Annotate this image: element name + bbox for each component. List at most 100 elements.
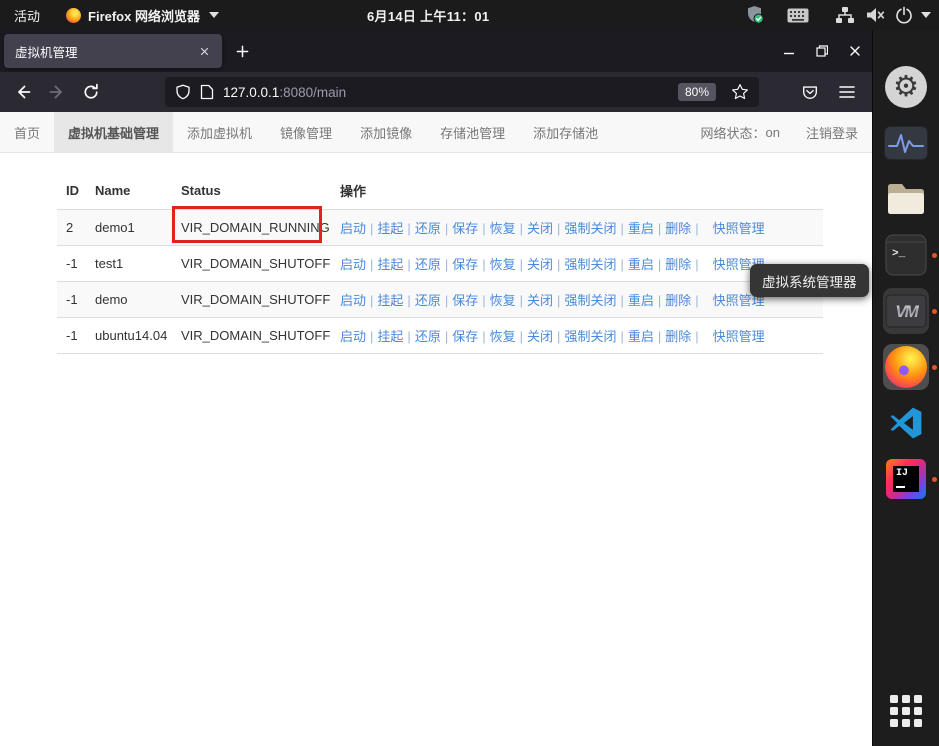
tray-caret-down-icon[interactable] xyxy=(921,12,931,18)
vm-action-link[interactable]: 保存 xyxy=(452,257,478,272)
vm-action-link[interactable]: 关闭 xyxy=(527,329,553,344)
menu-hamburger-icon[interactable] xyxy=(839,85,855,99)
wired-network-icon[interactable] xyxy=(835,6,855,24)
nav-item-2[interactable]: 添加虚拟机 xyxy=(173,112,266,152)
vm-action-link[interactable]: 关闭 xyxy=(527,293,553,308)
vm-action-link[interactable]: 还原 xyxy=(415,329,441,344)
vm-action-link[interactable]: 挂起 xyxy=(377,293,403,308)
nav-items: 首页 虚拟机基础管理 添加虚拟机 镜像管理 添加镜像 存储池管理 添加存储池 xyxy=(0,112,612,152)
vm-action-link[interactable]: 快照管理 xyxy=(713,221,765,236)
nav-item-0[interactable]: 首页 xyxy=(0,112,54,152)
tab-close-icon[interactable] xyxy=(194,41,214,61)
nav-item-3[interactable]: 镜像管理 xyxy=(266,112,346,152)
action-separator: | xyxy=(407,221,411,236)
vm-action-link[interactable]: 挂起 xyxy=(377,257,403,272)
col-status: Status xyxy=(181,172,340,210)
vm-action-link[interactable]: 保存 xyxy=(452,221,478,236)
dock-intellij-idea[interactable]: IJ xyxy=(883,456,937,502)
vm-action-link[interactable]: 强制关闭 xyxy=(564,329,616,344)
network-status-value: on xyxy=(765,125,780,140)
table-row: -1 demo VIR_DOMAIN_SHUTOFF 启动 | 挂起 | 还原 | 保存 | 恢复 | 关… xyxy=(57,281,823,318)
restore-button[interactable] xyxy=(809,38,835,64)
dock-firefox[interactable] xyxy=(883,344,937,390)
app-menu-button[interactable]: Firefox 网络浏览器 xyxy=(54,0,231,30)
action-separator: | xyxy=(620,329,624,344)
keyboard-icon[interactable] xyxy=(787,8,809,23)
tab-vm-management[interactable]: 虚拟机管理 xyxy=(4,34,222,68)
page-info-icon[interactable] xyxy=(200,84,214,100)
vm-action-link[interactable]: 启动 xyxy=(340,329,366,344)
highlight-box xyxy=(172,206,322,243)
vm-action-link[interactable]: 重启 xyxy=(628,257,654,272)
url-bar[interactable]: 127.0.0.1:8080/main 80% xyxy=(165,77,759,107)
reload-button[interactable] xyxy=(76,77,106,107)
action-separator: | xyxy=(444,293,449,308)
action-separator: | xyxy=(370,221,374,236)
bookmark-star-icon[interactable] xyxy=(731,83,749,101)
nav-item-6[interactable]: 添加存储池 xyxy=(519,112,612,152)
vm-action-link[interactable]: 启动 xyxy=(340,293,366,308)
vm-action-link[interactable]: 还原 xyxy=(415,293,441,308)
vm-name: ubuntu14.04 xyxy=(95,317,181,354)
vm-action-link[interactable]: 启动 xyxy=(340,257,366,272)
action-separator: | xyxy=(482,329,486,344)
vm-action-link[interactable]: 快照管理 xyxy=(713,329,765,344)
files-icon xyxy=(885,182,927,216)
logout-link[interactable]: 注销登录 xyxy=(806,123,858,142)
system-top-bar: 活动 Firefox 网络浏览器 6月14日 上午11：01 xyxy=(0,0,939,30)
firefox-icon xyxy=(885,346,927,388)
vm-action-link[interactable]: 恢复 xyxy=(490,257,516,272)
vm-action-link[interactable]: 保存 xyxy=(452,329,478,344)
nav-item-1[interactable]: 虚拟机基础管理 xyxy=(54,112,174,152)
minimize-button[interactable] xyxy=(776,38,802,64)
vm-action-link[interactable]: 重启 xyxy=(628,329,654,344)
vm-action-link[interactable]: 恢复 xyxy=(490,221,516,236)
dock-virt-manager[interactable]: VM xyxy=(883,288,937,334)
vm-action-link[interactable]: 还原 xyxy=(415,221,441,236)
vm-action-link[interactable]: 关闭 xyxy=(527,257,553,272)
action-separator: | xyxy=(695,293,699,308)
clock[interactable]: 6月14日 上午11：01 xyxy=(367,0,489,30)
action-separator: | xyxy=(370,329,374,344)
vm-action-link[interactable]: 挂起 xyxy=(377,329,403,344)
vm-id: -1 xyxy=(57,317,95,354)
vm-action-link[interactable]: 关闭 xyxy=(527,221,553,236)
forward-button[interactable] xyxy=(42,77,72,107)
vm-action-link[interactable]: 删除 xyxy=(665,221,691,236)
nav-item-4[interactable]: 添加镜像 xyxy=(346,112,426,152)
back-button[interactable] xyxy=(8,77,38,107)
dock-settings[interactable]: ⚙ xyxy=(883,64,929,110)
audio-muted-icon[interactable] xyxy=(865,6,885,24)
tracking-shield-icon[interactable] xyxy=(175,84,191,100)
url-text[interactable]: 127.0.0.1:8080/main xyxy=(223,85,346,100)
power-icon[interactable] xyxy=(895,6,913,24)
dock-show-apps[interactable] xyxy=(883,688,929,734)
action-separator: | xyxy=(482,257,486,272)
action-separator: | xyxy=(444,221,449,236)
vm-action-link[interactable]: 强制关闭 xyxy=(564,293,616,308)
vm-action-link[interactable]: 强制关闭 xyxy=(564,257,616,272)
dock-files[interactable] xyxy=(883,176,929,222)
new-tab-button[interactable] xyxy=(230,39,254,63)
vm-action-link[interactable]: 启动 xyxy=(340,221,366,236)
pocket-icon[interactable] xyxy=(801,83,819,101)
activities-button[interactable]: 活动 xyxy=(0,0,54,30)
close-button[interactable] xyxy=(842,38,868,64)
vm-action-link[interactable]: 还原 xyxy=(415,257,441,272)
vm-action-link[interactable]: 挂起 xyxy=(377,221,403,236)
dock-system-monitor[interactable] xyxy=(883,120,929,166)
vm-action-link[interactable]: 删除 xyxy=(665,257,691,272)
vm-action-link[interactable]: 保存 xyxy=(452,293,478,308)
dock-terminal[interactable]: >_ xyxy=(883,232,937,278)
vm-action-link[interactable]: 删除 xyxy=(665,293,691,308)
vm-action-link[interactable]: 强制关闭 xyxy=(564,221,616,236)
vm-action-link[interactable]: 删除 xyxy=(665,329,691,344)
vm-action-link[interactable]: 恢复 xyxy=(490,293,516,308)
shield-check-icon[interactable] xyxy=(745,5,765,25)
dock-vscode[interactable] xyxy=(883,400,929,446)
nav-item-5[interactable]: 存储池管理 xyxy=(426,112,519,152)
zoom-level-badge[interactable]: 80% xyxy=(677,83,716,101)
vm-action-link[interactable]: 重启 xyxy=(628,293,654,308)
vm-action-link[interactable]: 恢复 xyxy=(490,329,516,344)
vm-action-link[interactable]: 重启 xyxy=(628,221,654,236)
